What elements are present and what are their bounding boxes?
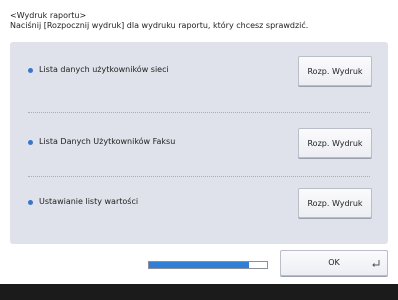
bullet-icon [28,140,33,145]
bottom-status-bar [0,284,398,300]
bullet-icon [28,200,33,205]
progress-fill [149,262,250,268]
progress-bar [148,261,268,269]
screen-header: <Wydruk raportu> Naciśnij [Rozpocznij wy… [10,11,392,31]
start-print-button[interactable]: Rozp. Wydruk [298,188,372,218]
screen-title: <Wydruk raportu> [10,11,87,20]
row-divider [28,176,370,177]
report-row-value-settings: Ustawianie listy wartości Rozp. Wydruk [18,180,380,228]
start-print-button[interactable]: Rozp. Wydruk [298,128,372,158]
ok-button[interactable]: OK [280,250,388,276]
report-label: Lista Danych Użytkowników Faksu [39,137,176,146]
report-list-panel: Lista danych użytkowników sieci Rozp. Wy… [10,42,388,244]
report-label: Lista danych użytkowników sieci [39,65,169,74]
report-row-network-users: Lista danych użytkowników sieci Rozp. Wy… [18,48,380,96]
report-row-fax-users: Lista Danych Użytkowników Faksu Rozp. Wy… [18,120,380,168]
enter-icon [372,260,380,267]
start-print-button[interactable]: Rozp. Wydruk [298,56,372,86]
instruction-text: Naciśnij [Rozpocznij wydruk] dla wydruku… [10,21,309,30]
row-divider [28,112,370,113]
report-label: Ustawianie listy wartości [39,197,139,206]
bullet-icon [28,68,33,73]
